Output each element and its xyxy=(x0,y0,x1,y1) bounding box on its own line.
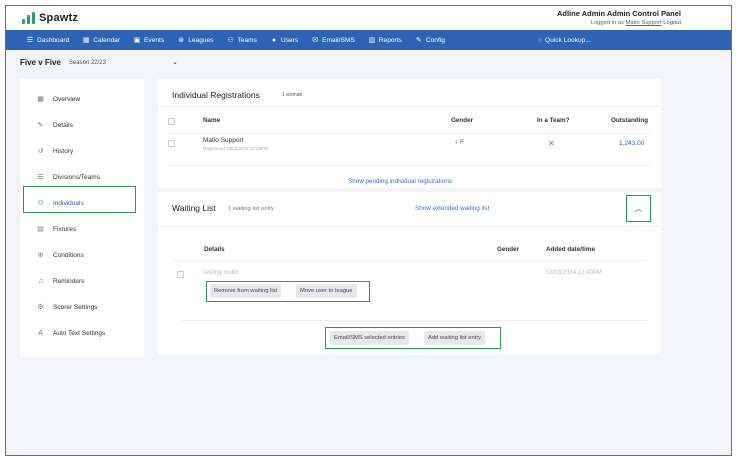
user-icon: ● xyxy=(271,36,277,44)
waiting-entry-name[interactable]: testing moilix xyxy=(204,270,239,276)
main-nav: ☰ Dashboard ▦ Calendar ▣ Events ⊛ Leagues ⚇ T… xyxy=(6,30,731,50)
envelope-icon: ✉ xyxy=(312,37,319,44)
current-user[interactable]: Matio Support xyxy=(626,20,662,26)
trophy-icon: ⊛ xyxy=(178,37,185,44)
chart-icon: ▥ xyxy=(368,37,376,44)
calendar-icon: ▤ xyxy=(37,226,44,233)
sidebar-item-scorer-settings[interactable]: ⚙ Scorer Settings xyxy=(20,294,144,320)
app-logo[interactable]: Spawtz xyxy=(22,12,78,24)
waiting-list-count: 1 waiting list entry xyxy=(228,206,275,212)
quick-lookup[interactable]: ○ Quick Lookup... xyxy=(538,30,591,50)
page-frame: Spawtz Adline Admin Admin Control Panel … xyxy=(5,5,732,456)
text-icon: A xyxy=(38,329,43,337)
account-info: Adline Admin Admin Control Panel Logged … xyxy=(557,9,681,26)
sidebar-item-details[interactable]: ✎ Details xyxy=(20,112,144,138)
season-label: Season 22/23 xyxy=(68,59,106,66)
col-gender: Gender xyxy=(451,117,474,124)
waiting-row-checkbox[interactable] xyxy=(177,271,184,278)
outstanding-amount[interactable]: 1,243.00 xyxy=(619,140,644,147)
logged-in-line: Logged in as Matio Support Logout xyxy=(590,20,681,26)
nav-config[interactable]: ✎ Config xyxy=(415,36,445,45)
grid-icon: ▦ xyxy=(37,96,44,103)
history-icon: ↺ xyxy=(37,148,44,155)
col-in-team: In a Team? xyxy=(537,117,570,124)
calendar-icon: ▦ xyxy=(82,37,90,44)
nav-email-sms[interactable]: ✉ Email/SMS xyxy=(311,36,355,45)
nav-reports[interactable]: ▥ Reports xyxy=(368,36,401,45)
nav-events[interactable]: ▣ Events xyxy=(133,36,164,45)
waiting-list-panel: Waiting List 1 waiting list entry Show e… xyxy=(158,192,661,354)
chevron-up-icon: ︿ xyxy=(634,204,643,213)
row-actions-highlight xyxy=(206,281,370,302)
gears-icon: ⚙ xyxy=(37,304,44,311)
sidebar-item-auto-text-settings[interactable]: A Auto Text Settings xyxy=(20,320,144,346)
nav-leagues[interactable]: ⊛ Leagues xyxy=(177,36,213,45)
bell-icon: ♫ xyxy=(37,277,44,285)
search-icon: ○ xyxy=(538,36,542,44)
show-pending-link[interactable]: Show pending individual registrations xyxy=(348,178,452,185)
chevron-down-icon[interactable]: ⌄ xyxy=(172,58,178,66)
app-name: Spawtz xyxy=(39,12,79,24)
sidebar-item-reminders[interactable]: ♫ Reminders xyxy=(20,268,144,294)
top-bar: Spawtz Adline Admin Admin Control Panel … xyxy=(6,6,731,30)
show-extended-waiting-list-link[interactable]: Show extended waiting list xyxy=(415,205,489,212)
col-outstanding: Outstanding xyxy=(611,117,649,124)
globe-icon: ⊕ xyxy=(37,252,44,259)
sidebar-item-conditions[interactable]: ⊕ Conditions xyxy=(20,242,144,268)
select-all-checkbox[interactable] xyxy=(168,118,175,125)
collapse-button[interactable]: ︿ xyxy=(626,195,651,222)
col-details: Details xyxy=(204,246,225,253)
registrations-title: Individual Registrations xyxy=(172,90,260,100)
pencil-icon: ✎ xyxy=(37,122,44,129)
sidebar-item-fixtures[interactable]: ▤ Fixtures xyxy=(20,216,144,242)
users-icon: ⚇ xyxy=(227,37,234,44)
individuals-highlight xyxy=(23,186,136,213)
logo-bars-icon xyxy=(22,12,35,24)
not-in-team-icon: ✕ xyxy=(548,139,555,148)
registrant-gender: ♀ F xyxy=(454,140,464,146)
footer-actions-highlight xyxy=(325,327,501,349)
female-icon: ♀ xyxy=(454,140,459,146)
registered-date: Registered 18/03/2024 12:23PM xyxy=(203,146,268,151)
layers-icon: ☰ xyxy=(26,37,34,44)
control-panel-title: Adline Admin Admin Control Panel xyxy=(556,9,681,18)
nav-users[interactable]: ● Users xyxy=(270,37,298,44)
col-name: Name xyxy=(203,117,221,124)
col-added-date: Added date/time xyxy=(546,246,595,253)
sidebar-item-overview[interactable]: ▦ Overview xyxy=(20,86,144,112)
row-checkbox[interactable] xyxy=(168,140,175,147)
calendar-check-icon: ▣ xyxy=(133,37,141,44)
league-sidebar: ▦ Overview ✎ Details ↺ History ☰ Divisions/T… xyxy=(20,79,144,357)
nav-dashboard[interactable]: ☰ Dashboard xyxy=(26,36,69,45)
waiting-list-title: Waiting List xyxy=(172,203,216,213)
registrations-count: 1 woman xyxy=(282,92,303,98)
nav-calendar[interactable]: ▦ Calendar xyxy=(82,36,120,45)
logout-link[interactable]: Logout xyxy=(663,20,681,26)
list-icon: ☰ xyxy=(37,174,44,181)
sidebar-item-history[interactable]: ↺ History xyxy=(20,138,144,164)
wrench-icon: ✎ xyxy=(415,37,422,44)
registrant-name[interactable]: Matio Support xyxy=(203,137,243,144)
league-name: Five v Five xyxy=(20,58,61,67)
nav-teams[interactable]: ⚇ Teams xyxy=(227,36,257,45)
individual-registrations-panel: Individual Registrations 1 woman Name Ge… xyxy=(158,79,661,188)
col-waiting-gender: Gender xyxy=(497,246,520,253)
waiting-entry-date: 18/03/2024 12:40PM xyxy=(546,270,602,276)
league-header: Five v Five Season 22/23 ⌄ xyxy=(20,58,178,67)
